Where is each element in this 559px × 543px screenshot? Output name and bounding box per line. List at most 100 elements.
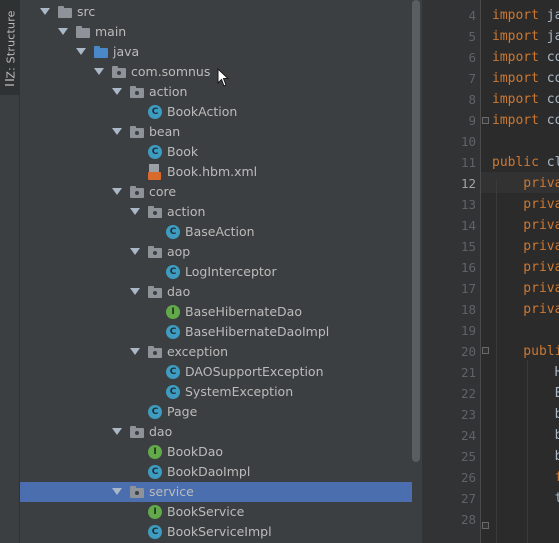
tree-node-dao[interactable]: dao [20, 282, 412, 302]
code-keyword: priva [492, 260, 559, 275]
line-number: 28 [460, 512, 476, 527]
tree-node-java[interactable]: java [20, 42, 412, 62]
tree-node-daosupportexception[interactable]: C DAOSupportException [20, 362, 412, 382]
tree-node-basehibernatedao[interactable]: I BaseHibernateDao [20, 302, 412, 322]
tree-node-systemexception[interactable]: C SystemException [20, 382, 412, 402]
fold-marker-icon[interactable] [482, 117, 489, 124]
tree-node-label: bean [149, 124, 181, 139]
expand-arrow-icon[interactable] [130, 248, 140, 255]
code-keyword: import [492, 71, 539, 86]
code-line: E [492, 386, 559, 402]
expand-arrow-icon[interactable] [58, 28, 68, 35]
tree-node-bookdao[interactable]: I BookDao [20, 442, 412, 462]
class-icon: C [166, 365, 180, 379]
project-tree-panel: src main java com.somnus action C BookAction be… [20, 0, 422, 543]
line-number: 4 [468, 8, 476, 23]
tree-node-page[interactable]: C Page [20, 402, 412, 422]
code-line: publi [492, 344, 559, 360]
code-keyword: import [492, 113, 539, 128]
code-text: co [546, 50, 559, 65]
expand-arrow-icon[interactable] [76, 48, 86, 55]
line-number: 15 [460, 239, 476, 254]
tree-node-loginterceptor[interactable]: C LogInterceptor [20, 262, 412, 282]
fold-marker-icon[interactable] [482, 522, 489, 529]
code-line: import co [492, 50, 559, 66]
expand-arrow-icon[interactable] [112, 188, 122, 195]
class-icon: C [148, 525, 162, 539]
expand-arrow-icon[interactable] [130, 348, 140, 355]
code-text: b [492, 449, 559, 464]
tree-node-dao[interactable]: dao [20, 422, 412, 442]
folder-icon [94, 46, 108, 58]
package-icon [130, 126, 144, 138]
tree-node-com-somnus[interactable]: com.somnus [20, 62, 412, 82]
code-keyword: priva [492, 281, 559, 296]
tree-node-action[interactable]: action [20, 202, 412, 222]
tree-node-bookserviceimpl[interactable]: C BookServiceImpl [20, 522, 412, 542]
tree-node-core[interactable]: core [20, 182, 412, 202]
code-editor[interactable]: 4 import ja 5 import ja 6 import co 7 import co… [422, 0, 559, 543]
code-text: b [492, 428, 559, 443]
code-line: b [492, 407, 559, 423]
code-keyword: import [492, 92, 539, 107]
class-icon: C [166, 225, 180, 239]
tree-node-bookdaoimpl[interactable]: C BookDaoImpl [20, 462, 412, 482]
tree-node-action[interactable]: action [20, 82, 412, 102]
vertical-scrollbar[interactable] [412, 0, 420, 462]
folder-icon [58, 6, 72, 18]
code-text: E [492, 386, 559, 401]
interface-icon: I [148, 445, 162, 459]
tree-node-label: java [113, 44, 140, 59]
code-line: import ja [492, 8, 559, 24]
tree-node-main[interactable]: main [20, 22, 412, 42]
tree-node-bookaction[interactable]: C BookAction [20, 102, 412, 122]
line-number: 23 [460, 407, 476, 422]
expand-arrow-icon[interactable] [40, 8, 50, 15]
tree-node-exception[interactable]: exception [20, 342, 412, 362]
expand-arrow-icon[interactable] [130, 208, 140, 215]
code-text: ja [546, 8, 559, 23]
line-number: 18 [460, 302, 476, 317]
code-keyword: publi [492, 344, 559, 359]
code-text: ja [546, 29, 559, 44]
side-tool-strip: Z: Structure [0, 0, 20, 543]
expand-arrow-icon[interactable] [112, 488, 122, 495]
code-line: H [492, 365, 559, 381]
fold-marker-icon[interactable] [482, 347, 489, 354]
tree-node-baseaction[interactable]: C BaseAction [20, 222, 412, 242]
tree-node-label: BaseHibernateDaoImpl [185, 324, 330, 339]
tree-node-bookservice[interactable]: I BookService [20, 502, 412, 522]
code-keyword: priva [492, 197, 559, 212]
tree-node-label: com.somnus [131, 64, 211, 79]
tree-node-service[interactable]: service [20, 482, 412, 502]
line-number: 26 [460, 470, 476, 485]
tree-node-aop[interactable]: aop [20, 242, 412, 262]
expand-arrow-icon[interactable] [94, 68, 104, 75]
tree-node-book[interactable]: C Book [20, 142, 412, 162]
structure-tool-tab[interactable]: Z: Structure [0, 0, 19, 95]
tree-node-label: Page [167, 404, 198, 419]
tree-node-label: service [149, 484, 194, 499]
code-text: co [546, 113, 559, 128]
tree-node-book-hbm-xml[interactable]: Book.hbm.xml [20, 162, 412, 182]
line-number: 13 [460, 197, 476, 212]
class-icon: C [166, 325, 180, 339]
line-number: 10 [460, 134, 476, 149]
tree-node-bean[interactable]: bean [20, 122, 412, 142]
tree-node-label: core [149, 184, 177, 199]
expand-arrow-icon[interactable] [112, 128, 122, 135]
expand-arrow-icon[interactable] [112, 88, 122, 95]
tree-node-label: action [149, 84, 188, 99]
tree-node-label: aop [167, 244, 191, 259]
code-line: priva [492, 218, 559, 234]
expand-arrow-icon[interactable] [112, 428, 122, 435]
tree-node-src[interactable]: src [20, 2, 412, 22]
class-icon: C [166, 385, 180, 399]
expand-arrow-icon[interactable] [130, 288, 140, 295]
code-line: b [492, 428, 559, 444]
line-number: 16 [460, 260, 476, 275]
tree-node-label: BookDaoImpl [167, 464, 251, 479]
tree-node-basehibernatedaoimpl[interactable]: C BaseHibernateDaoImpl [20, 322, 412, 342]
code-text: t [492, 491, 559, 506]
tree-node-label: BookService [167, 504, 245, 519]
